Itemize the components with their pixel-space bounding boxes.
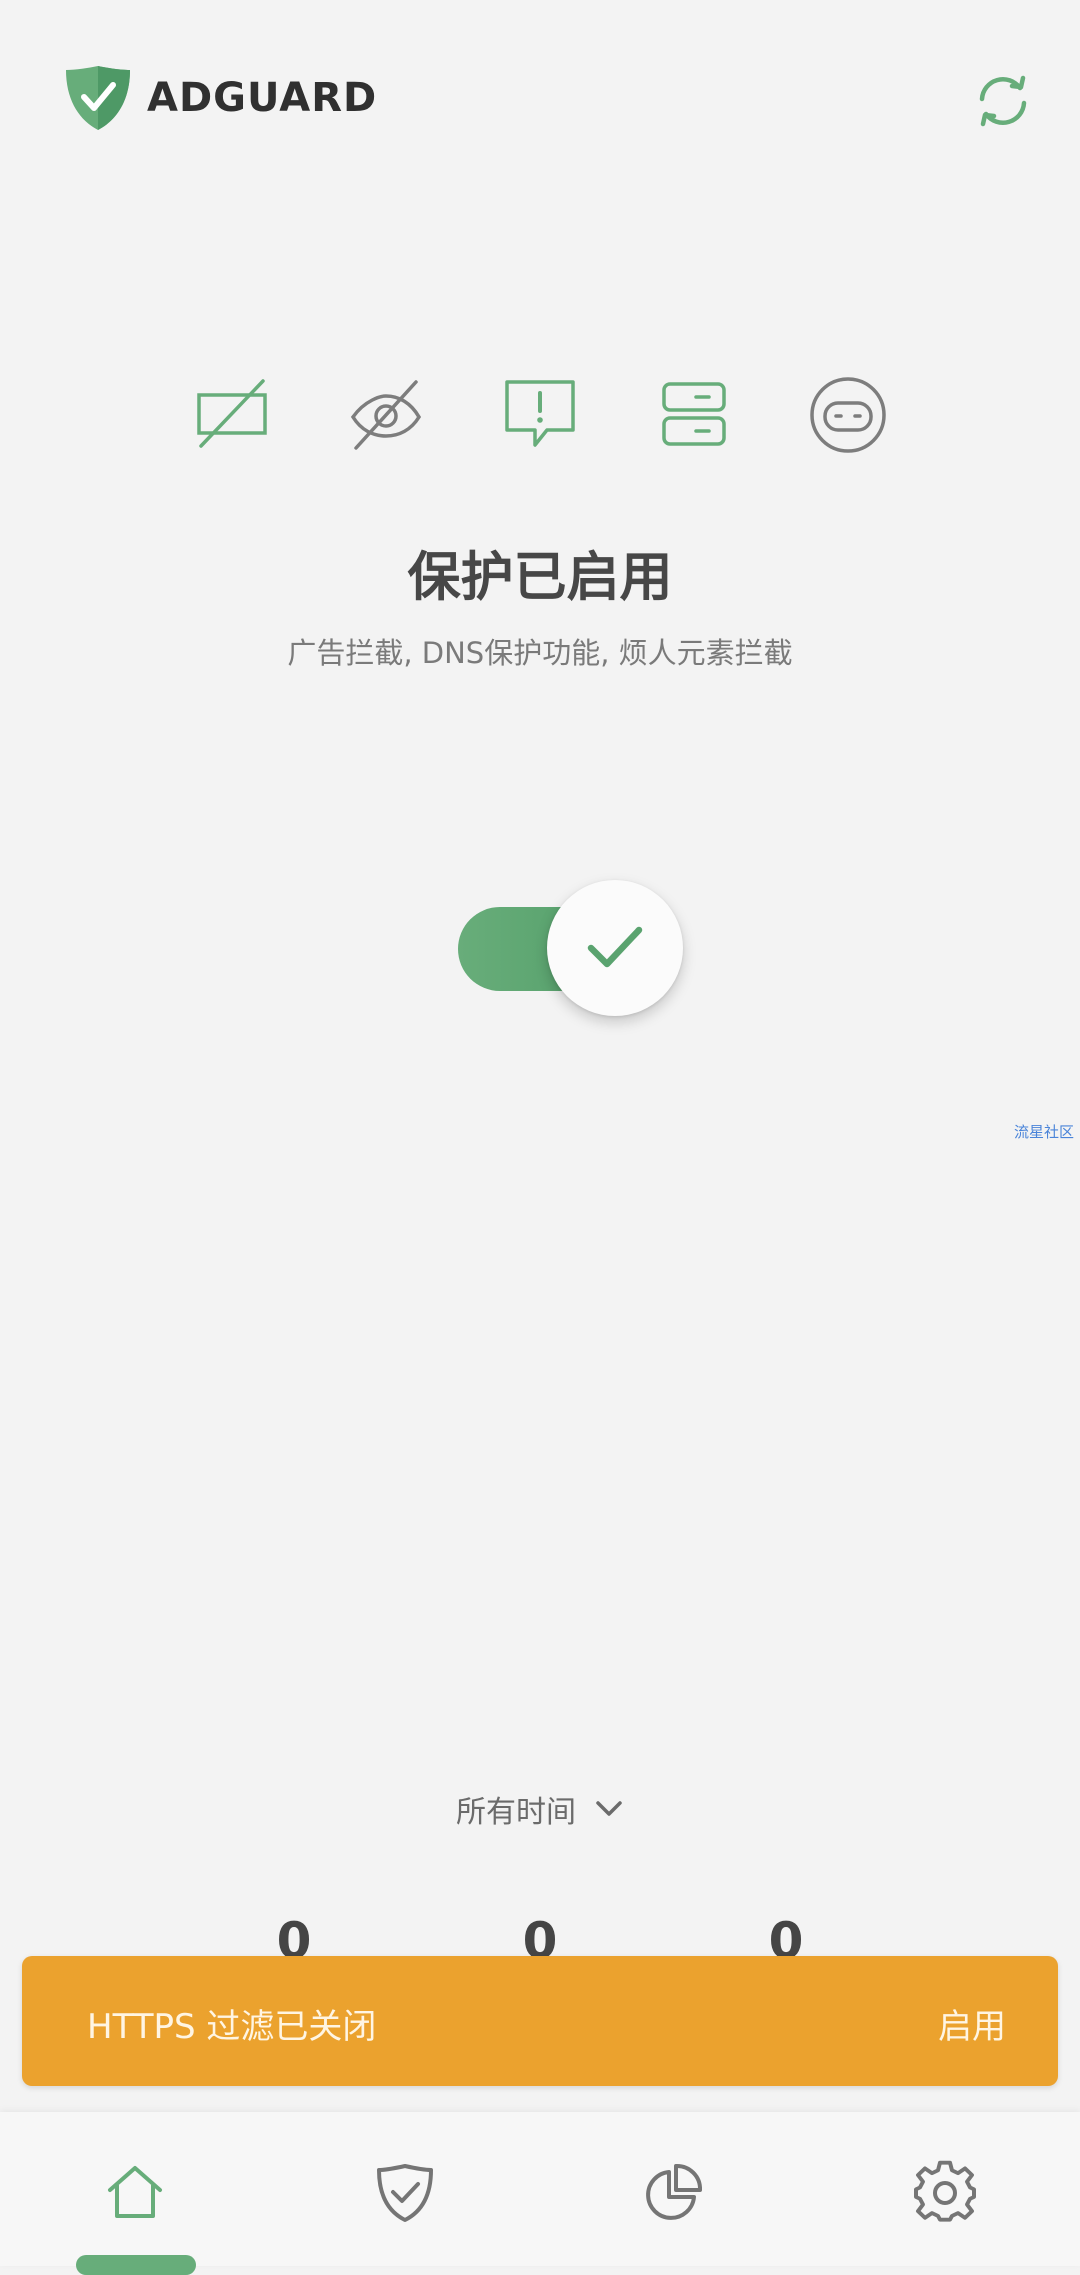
app-name: ADGUARD — [147, 75, 378, 121]
nav-active-indicator — [76, 2255, 196, 2275]
adguard-logo: ADGUARD — [63, 64, 377, 132]
top-bar: ADGUARD — [0, 0, 1080, 200]
settings-icon — [914, 2160, 976, 2222]
protection-status-subtitle: 广告拦截, DNS保护功能, 烦人元素拦截 — [287, 636, 793, 670]
nav-settings[interactable] — [912, 2160, 978, 2226]
protection-toggle[interactable] — [456, 880, 686, 1020]
watermark-text: 流星社区 — [1014, 1123, 1075, 1141]
nav-statistics[interactable] — [640, 2160, 706, 2226]
statistics-icon — [646, 2163, 703, 2220]
annoyance-blocking-icon[interactable] — [495, 370, 585, 460]
time-range-selector[interactable]: 所有时间 — [0, 1787, 1080, 1831]
chevron-down-icon — [596, 1801, 622, 1816]
shield-check-icon — [66, 66, 130, 130]
nav-home[interactable] — [102, 2160, 168, 2226]
checkmark-icon — [587, 926, 643, 968]
dns-protection-icon[interactable] — [649, 370, 739, 460]
refresh-icon[interactable] — [974, 73, 1032, 129]
banner-message: HTTPS 过滤已关闭 — [87, 2007, 377, 2047]
ad-blocking-icon[interactable] — [187, 370, 277, 460]
toggle-knob — [547, 880, 683, 1016]
protection-status-title: 保护已启用 — [407, 547, 673, 608]
enable-https-button[interactable]: 启用 — [938, 1999, 1006, 2048]
protection-shield-icon — [377, 2164, 433, 2222]
home-icon — [108, 2166, 162, 2218]
nav-protection[interactable] — [372, 2160, 438, 2226]
bottom-navigation — [0, 2112, 1080, 2275]
time-range-label: 所有时间 — [456, 1795, 576, 1830]
https-filtering-banner: HTTPS 过滤已关闭 启用 — [22, 1956, 1058, 2086]
feature-icons-row — [0, 370, 1080, 470]
tracking-protection-icon[interactable] — [341, 370, 431, 460]
browsing-security-icon[interactable] — [803, 370, 893, 460]
